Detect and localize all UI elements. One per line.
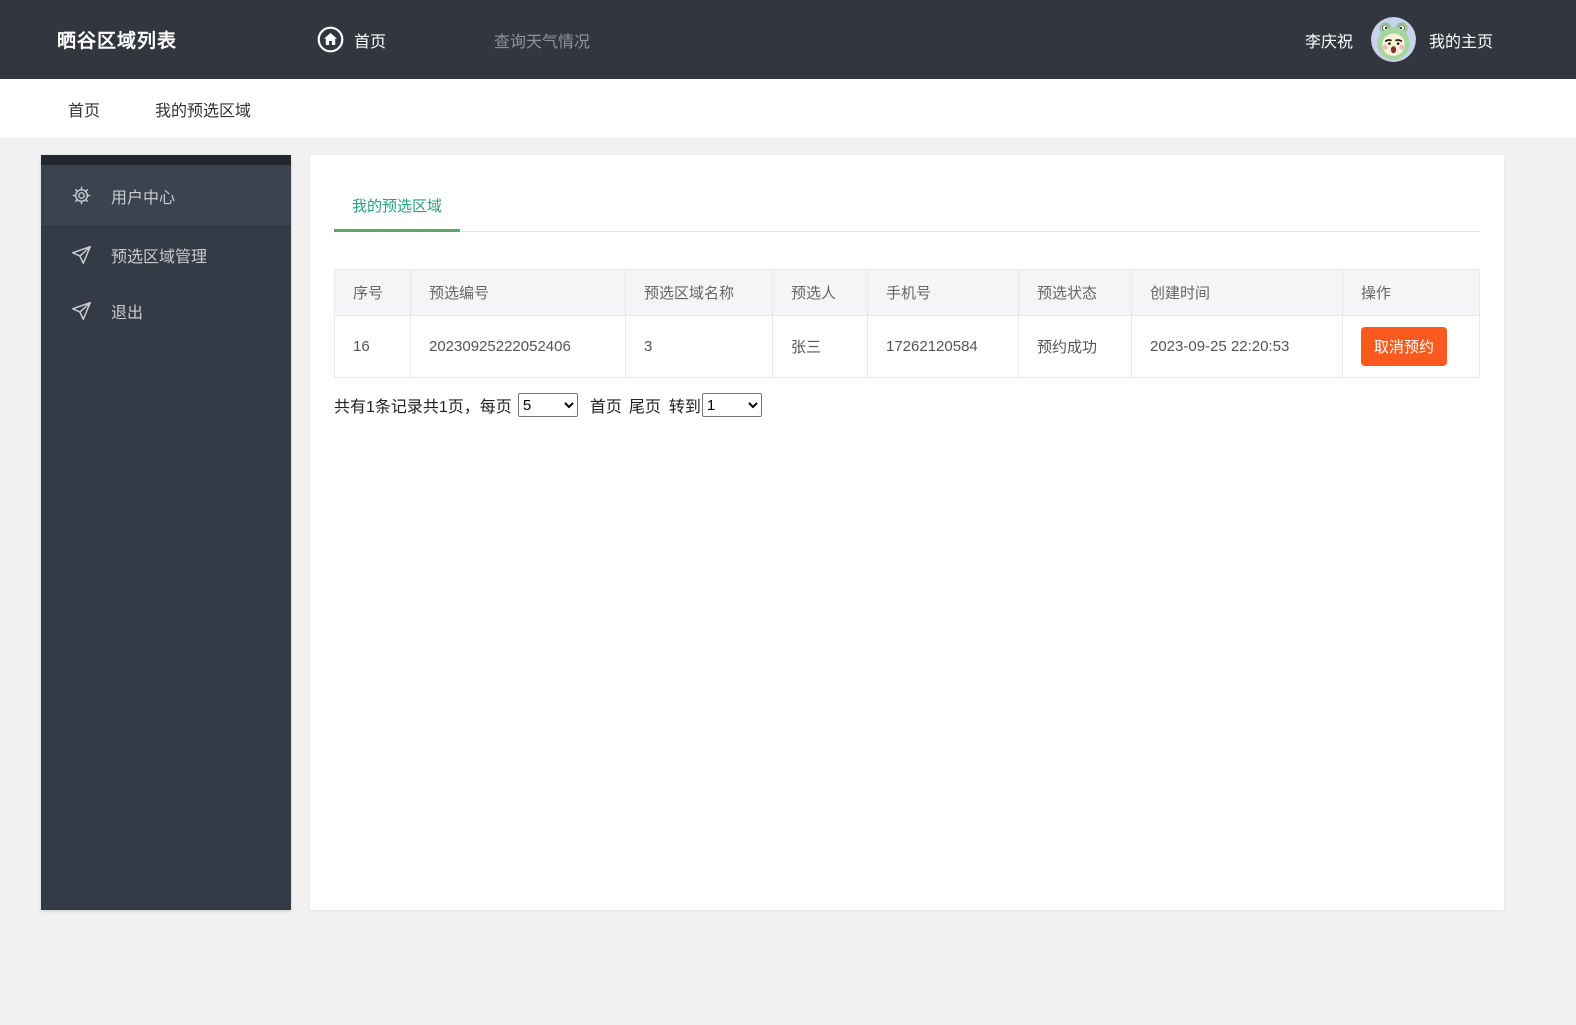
cell-created: 2023-09-25 22:20:53 — [1131, 315, 1343, 378]
col-header-seq: 序号 — [334, 269, 411, 316]
first-page-link[interactable]: 首页 — [590, 393, 622, 417]
nav-weather[interactable]: 查询天气情况 — [494, 28, 590, 52]
col-header-person: 预选人 — [772, 269, 868, 316]
sidebar-item-logout[interactable]: 退出 — [41, 283, 291, 339]
cell-status: 预约成功 — [1018, 315, 1132, 378]
nav-home[interactable]: 首页 — [317, 26, 386, 53]
table-header-row: 序号 预选编号 预选区域名称 预选人 手机号 预选状态 创建时间 操作 — [334, 269, 1480, 316]
content-area: 用户中心 预选区域管理 退出 我的预选区域 序号 预选编号 预选区域名称 预选人… — [41, 155, 1504, 910]
pagination-summary: 共有1条记录共1页，每页 — [334, 399, 512, 416]
cell-action: 取消预约 — [1342, 315, 1480, 378]
last-page-link[interactable]: 尾页 — [629, 393, 661, 417]
home-icon — [317, 26, 344, 53]
user-avatar[interactable] — [1370, 17, 1416, 62]
col-header-code: 预选编号 — [410, 269, 626, 316]
cell-area-name: 3 — [625, 315, 773, 378]
goto-page-select[interactable]: 1 — [701, 393, 762, 417]
tab-my-preselect-areas[interactable]: 我的预选区域 — [334, 179, 461, 232]
sidebar-item-label: 退出 — [111, 305, 144, 322]
cell-person: 张三 — [772, 315, 868, 378]
cell-code: 20230925222052406 — [410, 315, 626, 378]
username-label: 李庆祝 — [1304, 33, 1353, 51]
gear-icon — [70, 185, 92, 206]
page-size-select[interactable]: 5 — [517, 393, 578, 417]
cancel-reservation-button[interactable]: 取消预约 — [1361, 327, 1448, 366]
sidebar-item-area-manage[interactable]: 预选区域管理 — [41, 227, 291, 283]
nav-weather-label: 查询天气情况 — [494, 33, 591, 51]
col-header-created: 创建时间 — [1131, 269, 1343, 316]
col-header-phone: 手机号 — [867, 269, 1019, 316]
sidebar-item-label: 预选区域管理 — [111, 249, 208, 266]
breadcrumb-home[interactable]: 首页 — [68, 97, 100, 121]
send-icon — [70, 244, 92, 266]
goto-label: 转到 — [668, 399, 701, 416]
main-panel: 我的预选区域 序号 预选编号 预选区域名称 预选人 手机号 预选状态 创建时间 … — [310, 155, 1504, 910]
navbar-user-area: 李庆祝 我的主页 — [1305, 17, 1493, 62]
navbar-links: 首页 查询天气情况 — [317, 26, 590, 53]
cell-phone: 17262120584 — [867, 315, 1019, 378]
nav-home-label: 首页 — [354, 33, 387, 51]
sidebar-item-label: 用户中心 — [111, 189, 176, 207]
sidebar: 用户中心 预选区域管理 退出 — [41, 155, 291, 910]
col-header-status: 预选状态 — [1018, 269, 1132, 316]
pagination-bar: 共有1条记录共1页，每页 5 首页 尾页 转到 1 — [334, 393, 1480, 417]
col-header-area-name: 预选区域名称 — [625, 269, 773, 316]
breadcrumb: 首页 我的预选区域 — [0, 79, 1576, 138]
nav-profile-label[interactable]: 我的主页 — [1429, 28, 1493, 52]
col-header-action: 操作 — [1342, 269, 1480, 316]
table-row: 16 20230925222052406 3 张三 17262120584 预约… — [334, 315, 1480, 378]
cell-seq: 16 — [334, 315, 411, 378]
sidebar-item-user-center[interactable]: 用户中心 — [41, 165, 291, 227]
top-navbar: 晒谷区域列表 首页 查询天气情况 李庆祝 我的主页 — [0, 0, 1576, 79]
send-icon — [70, 300, 92, 322]
breadcrumb-my-areas[interactable]: 我的预选区域 — [155, 97, 251, 121]
tab-bar: 我的预选区域 — [334, 179, 1480, 232]
app-title: 晒谷区域列表 — [57, 31, 178, 52]
preselect-area-table: 序号 预选编号 预选区域名称 预选人 手机号 预选状态 创建时间 操作 16 2… — [334, 269, 1480, 378]
